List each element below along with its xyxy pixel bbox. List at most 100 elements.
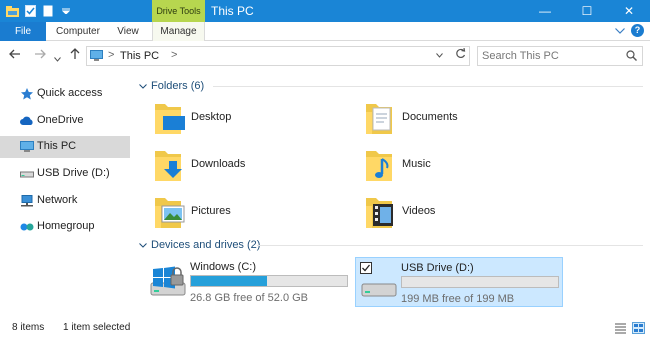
properties-icon[interactable] bbox=[22, 2, 38, 20]
computer-icon bbox=[20, 141, 34, 152]
folder-downloads[interactable]: Downloads bbox=[153, 145, 353, 189]
chevron-down-icon bbox=[436, 53, 443, 58]
address-bar[interactable]: > This PC > bbox=[86, 46, 470, 66]
sidebar-item-label: USB Drive (D:) bbox=[37, 167, 110, 179]
search-box[interactable] bbox=[477, 46, 643, 66]
navigation-pane: Quick access OneDrive This PC USB Drive … bbox=[0, 74, 130, 314]
back-button[interactable] bbox=[9, 48, 21, 62]
search-icon bbox=[626, 50, 637, 61]
sidebar-item-label: Network bbox=[37, 194, 78, 206]
chevron-down-icon bbox=[54, 57, 61, 62]
group-divider bbox=[213, 86, 643, 87]
drive-usage-bar bbox=[401, 276, 559, 288]
sidebar-item-label: OneDrive bbox=[37, 114, 84, 126]
selection-count: 1 item selected bbox=[63, 322, 131, 333]
usb-drive-icon bbox=[20, 171, 34, 178]
drive-free-space: 26.8 GB free of 52.0 GB bbox=[190, 292, 309, 304]
homegroup-icon bbox=[20, 223, 34, 231]
status-bar: 8 items 1 item selected bbox=[0, 318, 650, 339]
usb-drive-icon bbox=[361, 283, 397, 297]
details-view-button[interactable] bbox=[614, 322, 627, 334]
new-folder-icon[interactable] bbox=[40, 2, 56, 20]
pictures-folder-icon bbox=[155, 198, 185, 228]
devices-group-header[interactable]: Devices and drives (2) bbox=[139, 239, 260, 251]
tab-computer[interactable]: Computer bbox=[49, 22, 107, 41]
sidebar-item-usb-drive[interactable]: USB Drive (D:) bbox=[0, 163, 130, 185]
address-history-button[interactable] bbox=[436, 50, 443, 60]
desktop-folder-icon bbox=[155, 104, 185, 134]
folder-documents[interactable]: Documents bbox=[364, 98, 564, 142]
folder-label: Documents bbox=[402, 111, 458, 123]
forward-arrow-icon bbox=[35, 49, 46, 59]
drive-name: Windows (C:) bbox=[190, 261, 257, 273]
tab-manage[interactable]: Manage bbox=[152, 22, 205, 41]
customize-toolbar-icon[interactable] bbox=[58, 2, 74, 20]
breadcrumb-this-pc[interactable]: This PC bbox=[120, 50, 159, 62]
folder-videos[interactable]: Videos bbox=[364, 192, 564, 236]
cloud-icon bbox=[20, 116, 33, 125]
folder-label: Downloads bbox=[191, 158, 246, 170]
chevron-down-icon[interactable] bbox=[139, 82, 151, 91]
quick-access-toolbar bbox=[4, 2, 74, 20]
windows-drive-icon bbox=[150, 266, 186, 296]
drive-name: USB Drive (D:) bbox=[401, 262, 474, 274]
ribbon-tabs: File Computer View Manage ? bbox=[0, 22, 650, 41]
window-controls: — ☐ ✕ bbox=[524, 0, 650, 22]
sidebar-item-homegroup[interactable]: Homegroup bbox=[0, 216, 130, 238]
folder-label: Pictures bbox=[191, 205, 231, 217]
sidebar-item-network[interactable]: Network bbox=[0, 190, 130, 212]
folder-label: Videos bbox=[402, 205, 436, 217]
videos-folder-icon bbox=[366, 198, 393, 228]
large-icons-view-icon bbox=[634, 324, 643, 332]
folder-music[interactable]: Music bbox=[364, 145, 564, 189]
drive-free-space: 199 MB free of 199 MB bbox=[401, 293, 515, 305]
close-button[interactable]: ✕ bbox=[608, 0, 650, 22]
sidebar-item-onedrive[interactable]: OneDrive bbox=[0, 110, 130, 132]
sidebar-item-quick-access[interactable]: Quick access bbox=[0, 83, 130, 105]
folders-group-header[interactable]: Folders (6) bbox=[139, 80, 204, 92]
sidebar-item-label: Quick access bbox=[37, 87, 103, 99]
content-pane: Folders (6) Desktop Documents Downloads … bbox=[131, 74, 650, 314]
maximize-button[interactable]: ☐ bbox=[566, 0, 608, 22]
large-icons-view-button[interactable] bbox=[632, 322, 645, 334]
ribbon-right-controls: ? bbox=[615, 24, 644, 37]
address-separator[interactable]: > bbox=[108, 49, 114, 61]
music-folder-icon bbox=[366, 151, 392, 181]
folder-pictures[interactable]: Pictures bbox=[153, 192, 353, 236]
title-bar: Drive Tools This PC — ☐ ✕ bbox=[0, 0, 650, 22]
chevron-down-icon[interactable] bbox=[615, 25, 625, 37]
network-icon bbox=[21, 195, 33, 207]
back-arrow-icon bbox=[9, 49, 20, 59]
help-button[interactable]: ? bbox=[631, 24, 644, 37]
folder-label: Desktop bbox=[191, 111, 232, 123]
tab-file[interactable]: File bbox=[0, 22, 46, 41]
address-separator[interactable]: > bbox=[171, 49, 177, 61]
search-input[interactable] bbox=[482, 48, 622, 64]
folder-desktop[interactable]: Desktop bbox=[153, 98, 353, 142]
details-view-icon bbox=[615, 323, 626, 334]
drive-usage-bar bbox=[190, 275, 348, 287]
drive-windows-c[interactable]: Windows (C:) 26.8 GB free of 52.0 GB bbox=[145, 257, 353, 307]
window-title: This PC bbox=[211, 4, 254, 18]
sidebar-item-label: This PC bbox=[37, 140, 77, 152]
forward-button[interactable] bbox=[34, 48, 46, 62]
up-arrow-icon bbox=[70, 48, 80, 59]
refresh-button[interactable] bbox=[455, 47, 466, 62]
explorer-app-icon[interactable] bbox=[4, 2, 20, 20]
tab-view[interactable]: View bbox=[109, 22, 147, 41]
minimize-button[interactable]: — bbox=[524, 0, 566, 22]
refresh-icon bbox=[456, 47, 466, 59]
drive-tools-context-label: Drive Tools bbox=[152, 0, 205, 22]
documents-folder-icon bbox=[366, 104, 392, 134]
sidebar-item-this-pc[interactable]: This PC bbox=[0, 136, 130, 158]
group-divider bbox=[257, 245, 643, 246]
downloads-folder-icon bbox=[155, 151, 182, 181]
chevron-down-icon[interactable] bbox=[139, 241, 151, 250]
recent-locations-button[interactable] bbox=[54, 51, 61, 65]
star-icon bbox=[21, 88, 33, 100]
drive-usage-fill bbox=[191, 276, 267, 286]
devices-group-title: Devices and drives (2) bbox=[151, 239, 261, 251]
folders-group-title: Folders (6) bbox=[151, 80, 205, 92]
drive-usb-d[interactable]: USB Drive (D:) 199 MB free of 199 MB bbox=[355, 257, 563, 307]
up-button[interactable] bbox=[70, 48, 80, 63]
